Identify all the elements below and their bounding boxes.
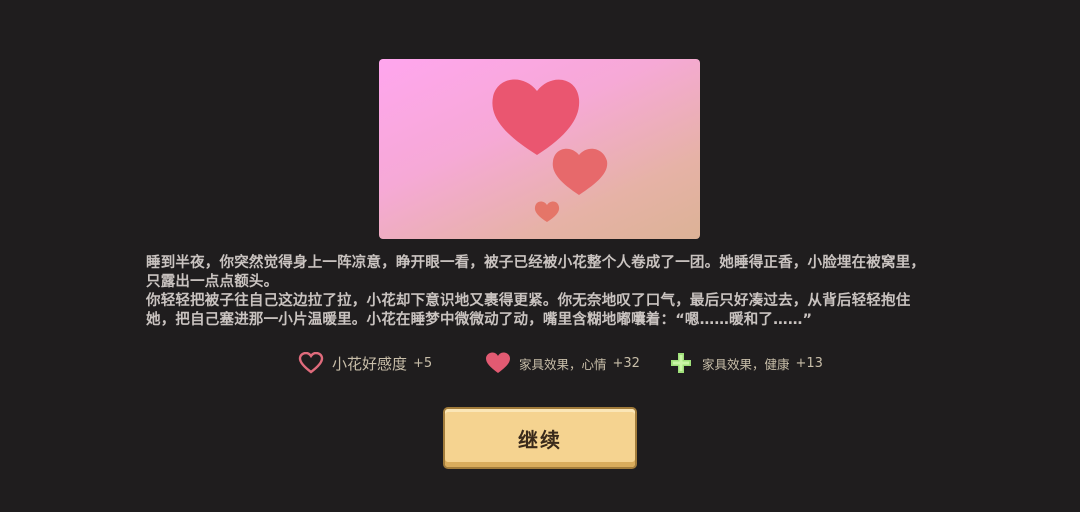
hearts-illustration (492, 79, 608, 222)
reward-mood: 家具效果，心情 +32 (485, 348, 640, 378)
health-cross-icon (671, 353, 691, 373)
large-heart-icon (492, 79, 580, 155)
reward-value: +5 (413, 355, 433, 371)
small-heart-icon (534, 201, 560, 222)
story-paragraph: 睡到半夜，你突然觉得身上一阵凉意，睁开眼一看，被子已经被小花整个人卷成了一团。她… (146, 255, 926, 290)
event-illustration (379, 59, 700, 239)
reward-label: 家具效果，心情 (519, 356, 607, 372)
heart-outline-icon (298, 352, 324, 374)
heart-filled-icon (486, 352, 510, 373)
reward-health: 家具效果，健康 +13 (668, 348, 823, 378)
reward-label: 小花好感度 (332, 354, 408, 373)
reward-affection: 小花好感度 +5 (298, 348, 432, 378)
event-story-text: 睡到半夜，你突然觉得身上一阵凉意，睁开眼一看，被子已经被小花整个人卷成了一团。她… (146, 254, 936, 330)
reward-list: 小花好感度 +5 家具效果，心情 +32 家具效果，健康 +13 (0, 348, 1080, 378)
reward-value: +13 (795, 355, 823, 371)
reward-label: 家具效果，健康 (702, 356, 790, 372)
medium-heart-icon (552, 148, 608, 195)
reward-value: +32 (612, 355, 640, 371)
story-paragraph: 你轻轻把被子往自己这边拉了拉，小花却下意识地又裹得更紧。你无奈地叹了口气，最后只… (146, 293, 911, 328)
continue-button[interactable]: 继续 (445, 409, 635, 467)
